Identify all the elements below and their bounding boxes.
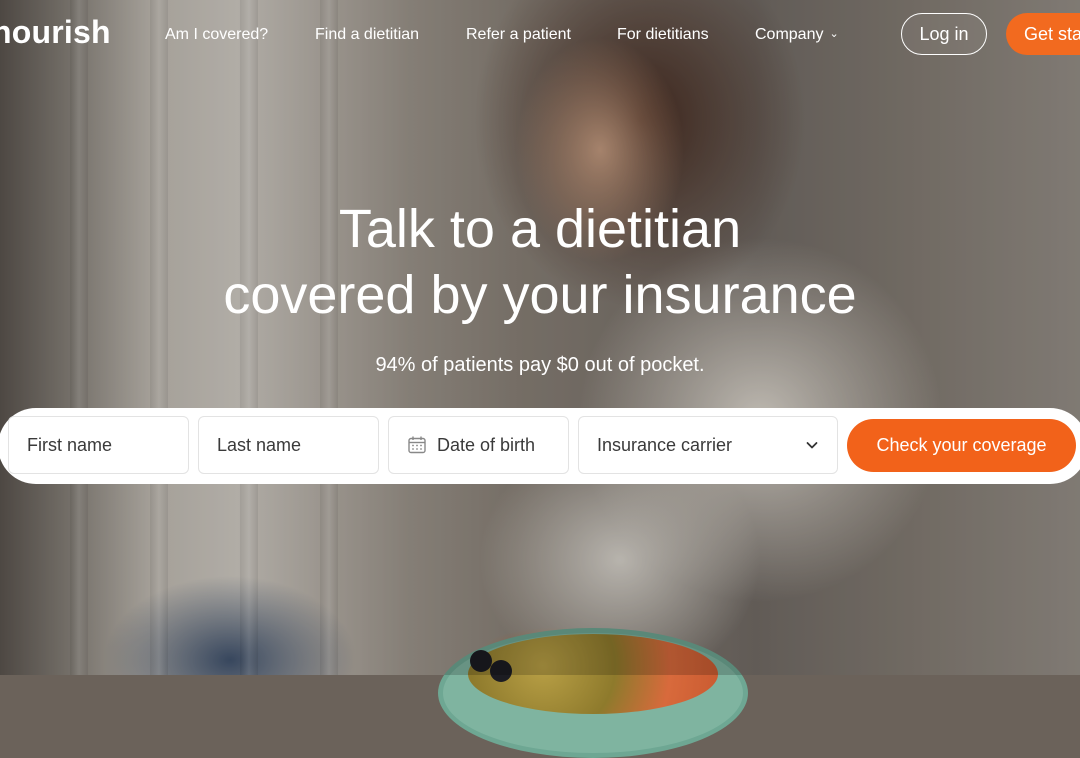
last-name-input[interactable] (217, 434, 378, 456)
nav-link-company[interactable]: Company ⌄ (755, 26, 839, 44)
nav-link-for-dietitians[interactable]: For dietitians (617, 26, 709, 44)
nav-link-find-a-dietitian[interactable]: Find a dietitian (315, 26, 419, 44)
top-navigation: nourish Am I covered? Find a dietitian R… (0, 0, 1080, 72)
nav-link-company-label: Company (755, 26, 824, 43)
nav-link-refer-a-patient[interactable]: Refer a patient (466, 26, 571, 44)
insurance-carrier-select[interactable]: Insurance carrier (578, 416, 838, 474)
brand-logo[interactable]: nourish (0, 14, 111, 51)
nav-link-am-i-covered[interactable]: Am I covered? (165, 26, 268, 44)
first-name-input[interactable] (27, 434, 188, 456)
hero-subheadline: 94% of patients pay $0 out of pocket. (375, 354, 705, 376)
first-name-field[interactable] (8, 416, 189, 474)
last-name-field[interactable] (198, 416, 379, 474)
hero-overlay (0, 0, 1080, 675)
hero-headline: Talk to a dietitian covered by your insu… (0, 196, 1080, 328)
date-of-birth-input[interactable] (437, 434, 568, 456)
insurance-carrier-label: Insurance carrier (597, 434, 733, 455)
chevron-down-icon: ⌄ (829, 28, 839, 40)
hero-headline-line2: covered by your insurance (223, 265, 857, 325)
hero-headline-line1: Talk to a dietitian (338, 199, 742, 259)
calendar-icon (408, 436, 426, 454)
chevron-down-icon (806, 442, 818, 449)
date-of-birth-field[interactable] (388, 416, 569, 474)
login-button[interactable]: Log in (901, 13, 987, 55)
check-coverage-button[interactable]: Check your coverage (847, 419, 1076, 472)
get-started-button[interactable]: Get started (1006, 13, 1080, 55)
